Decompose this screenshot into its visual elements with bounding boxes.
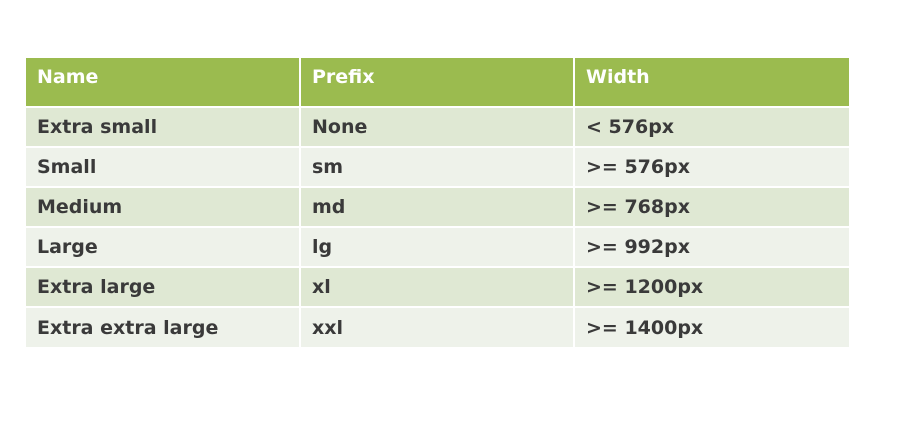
header-width: Width [574, 58, 849, 108]
cell-width: >= 1200px [574, 267, 849, 308]
cell-width: >= 576px [574, 147, 849, 188]
table-row: Large lg >= 992px [26, 227, 849, 268]
cell-prefix: None [300, 107, 575, 148]
table-header-row: Name Prefix Width [26, 58, 849, 108]
cell-prefix: lg [300, 227, 575, 268]
cell-width: >= 1400px [574, 307, 849, 347]
cell-width: >= 768px [574, 187, 849, 228]
cell-name: Extra extra large [26, 307, 301, 347]
cell-name: Medium [26, 187, 301, 228]
table-row: Small sm >= 576px [26, 147, 849, 188]
header-name: Name [26, 58, 301, 108]
cell-width: >= 992px [574, 227, 849, 268]
table-row: Medium md >= 768px [26, 187, 849, 228]
cell-prefix: sm [300, 147, 575, 188]
cell-name: Extra large [26, 267, 301, 308]
header-prefix: Prefix [300, 58, 575, 108]
table-row: Extra small None < 576px [26, 107, 849, 148]
cell-prefix: xl [300, 267, 575, 308]
table-row: Extra large xl >= 1200px [26, 267, 849, 308]
breakpoint-table: Name Prefix Width Extra small None < 576… [26, 58, 849, 347]
cell-name: Large [26, 227, 301, 268]
table-row: Extra extra large xxl >= 1400px [26, 307, 849, 347]
cell-prefix: md [300, 187, 575, 228]
cell-name: Small [26, 147, 301, 188]
cell-name: Extra small [26, 107, 301, 148]
cell-width: < 576px [574, 107, 849, 148]
cell-prefix: xxl [300, 307, 575, 347]
